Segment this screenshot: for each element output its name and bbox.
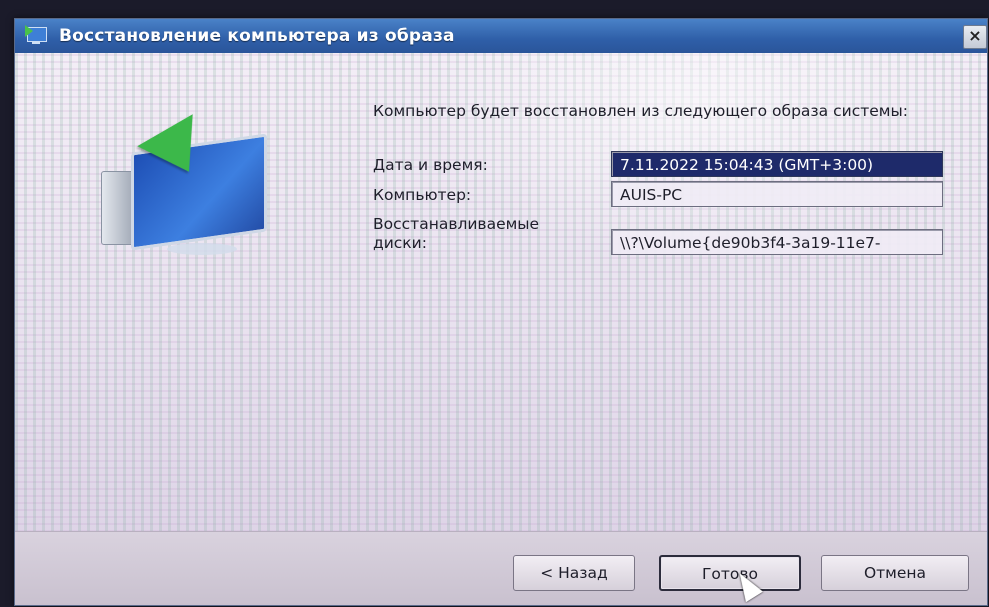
intro-text: Компьютер будет восстановлен из следующе… (373, 102, 908, 120)
computer-field[interactable]: AUIS-PC (611, 181, 943, 207)
computer-label: Компьютер: (373, 186, 472, 204)
back-button[interactable]: < Назад (513, 555, 635, 591)
disks-field[interactable]: \\?\Volume{de90b3f4-3a19-11e7- (611, 229, 943, 255)
computer-restore-icon (93, 114, 303, 269)
datetime-field[interactable]: 7.11.2022 15:04:43 (GMT+3:00) (611, 151, 943, 177)
restore-dialog: Восстановление компьютера из образа × Ко… (14, 18, 988, 606)
disks-label-line2: диски: (373, 234, 427, 252)
cancel-button[interactable]: Отмена (821, 555, 969, 591)
monitor-base-shape (167, 243, 237, 255)
title-bar[interactable]: Восстановление компьютера из образа × (15, 19, 987, 53)
datetime-label: Дата и время: (373, 156, 488, 174)
disks-label-line1: Восстанавливаемые (373, 215, 540, 233)
close-button[interactable]: × (963, 25, 987, 49)
dialog-content: Компьютер будет восстановлен из следующе… (15, 53, 987, 553)
window-title: Восстановление компьютера из образа (59, 26, 455, 46)
system-restore-icon (25, 25, 51, 47)
finish-button[interactable]: Готово (659, 555, 801, 591)
